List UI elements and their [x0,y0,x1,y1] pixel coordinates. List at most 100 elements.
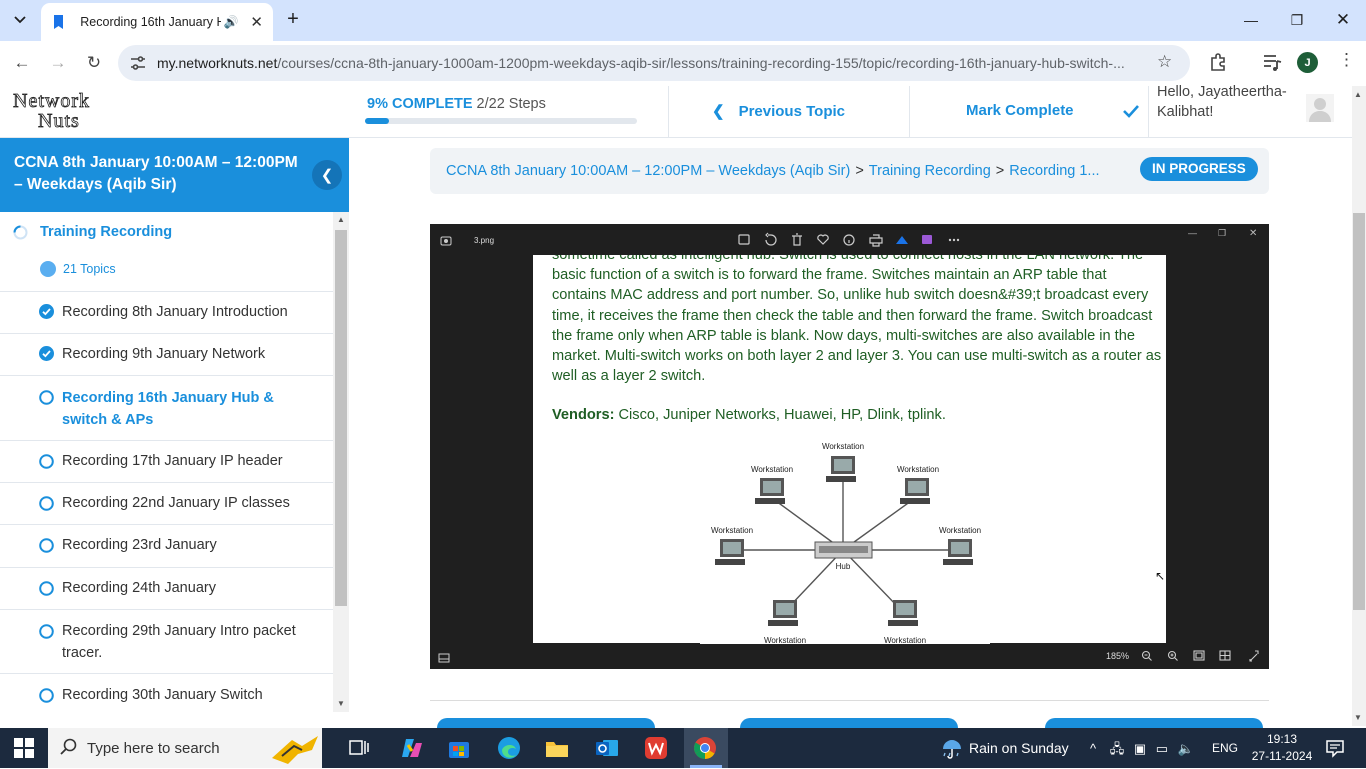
empty-circle-icon [39,454,54,469]
lesson-title[interactable]: Training Recording [40,224,172,240]
topic-label: Recording 24th January [62,580,216,596]
media-control-icon[interactable] [1262,53,1282,73]
forward-button[interactable]: → [44,49,72,77]
user-avatar-icon[interactable] [1306,94,1334,122]
topic-item[interactable]: Recording 30th January Switch [0,673,333,713]
topics-count[interactable]: 21 Topics [63,262,116,276]
topic-item[interactable]: Recording 8th January Introduction [0,291,333,333]
progress-bar-track [365,118,637,124]
viewer-maximize-icon[interactable]: ❐ [1218,228,1226,239]
workstation-label: Workstation [711,526,753,535]
collapse-sidebar-button[interactable]: ❮ [312,160,342,190]
site-info-icon[interactable] [128,53,148,73]
page-scroll-up-icon[interactable]: ▲ [1354,90,1362,99]
mouse-cursor-icon: ↖ [1155,569,1166,583]
bookmark-star-icon[interactable]: ☆ [1157,52,1172,72]
url-text: my.networknuts.net/courses/ccna-8th-janu… [157,55,1142,71]
wps-office-icon[interactable] [643,735,669,761]
minimize-button[interactable]: — [1228,0,1274,40]
svg-text:Network: Network [13,90,90,112]
chrome-icon[interactable] [692,735,718,761]
outlook-icon[interactable] [594,735,620,761]
scroll-up-arrow-icon[interactable]: ▲ [337,215,345,224]
hub-device [814,541,873,559]
networknuts-logo[interactable]: Network Nuts [12,88,108,133]
viewer-minimize-icon[interactable]: — [1188,228,1197,238]
page-scrollbar-thumb[interactable] [1353,213,1365,610]
clock-time: 19:13 [1266,732,1298,746]
progress-bar-fill [365,118,389,124]
search-icon [60,738,78,761]
browser-menu-icon[interactable]: ⋮ [1338,50,1355,70]
reload-button[interactable]: ↻ [80,49,108,77]
filmstrip-toggle-icon[interactable] [438,650,450,663]
search-placeholder: Type here to search [87,740,220,757]
vendors-text: Cisco, Juniper Networks, Huawei, HP, Dli… [614,407,946,423]
empty-circle-icon [39,581,54,596]
battery-icon[interactable]: ▭ [1156,741,1168,756]
volume-icon[interactable]: 🔈 [1178,741,1194,756]
empty-circle-icon [39,538,54,553]
checkmark-icon[interactable] [1122,103,1140,119]
weather-text[interactable]: Rain on Sunday [969,740,1069,756]
copilot-icon[interactable] [398,735,424,761]
topic-item[interactable]: Recording 24th January [0,567,333,609]
meet-now-icon[interactable]: ▣ [1134,741,1146,756]
network-icon[interactable]: 🖧 [1110,741,1125,756]
restore-button[interactable]: ❐ [1274,0,1320,40]
viewer-bottom-toolbar [1136,648,1266,664]
breadcrumb-topic[interactable]: Recording 1... [1009,163,1099,179]
url-path: /courses/ccna-8th-january-1000am-1200pm-… [277,55,1125,71]
page-scroll-down-icon[interactable]: ▼ [1354,713,1362,722]
scroll-down-arrow-icon[interactable]: ▼ [337,699,345,708]
viewer-close-icon[interactable]: ✕ [1249,228,1257,239]
topic-item[interactable]: Recording 9th January Network [0,333,333,375]
progress-label: 9% COMPLETE 2/22 Steps [367,96,546,112]
previous-topic-label: Previous Topic [738,103,845,120]
microsoft-store-icon[interactable] [446,735,472,761]
breadcrumb-separator: > [855,163,864,179]
topic-item[interactable]: Recording 23rd January [0,524,333,567]
workstation-label: Workstation [822,442,864,451]
topics-status-dot [40,261,56,277]
extensions-icon[interactable] [1208,52,1230,74]
course-title[interactable]: CCNA 8th January 10:00AM – 12:00PM – Wee… [14,152,309,196]
topic-label: Recording 29th January Intro packet trac… [62,623,296,661]
rain-weather-icon[interactable] [940,736,964,760]
task-view-icon[interactable] [347,735,373,761]
profile-avatar[interactable]: J [1297,52,1318,73]
empty-circle-icon [39,390,54,405]
chevron-up-icon[interactable]: ^ [1090,741,1096,756]
close-window-button[interactable]: ✕ [1320,0,1366,40]
system-clock[interactable]: 19:13 27-11-2024 [1250,731,1314,765]
header-divider [909,86,910,137]
speaker-icon[interactable]: 🔊 [223,15,238,29]
site-header [0,86,1352,138]
topic-item[interactable]: Recording 17th January IP header [0,440,333,482]
new-tab-button[interactable]: + [282,8,304,30]
breadcrumb-lesson[interactable]: Training Recording [869,163,991,179]
tab-title: Recording 16th January Hub & switch & AP… [80,15,222,29]
edge-icon[interactable] [496,735,522,761]
sidebar-scrollbar-thumb[interactable] [335,230,347,606]
viewer-toolbar [738,231,968,249]
mark-complete-button[interactable]: Mark Complete [966,102,1074,119]
topic-label: Recording 30th January Switch [62,687,263,703]
windows-start-icon[interactable] [14,738,34,758]
language-indicator[interactable]: ENG [1212,741,1238,755]
notification-icon[interactable] [1325,738,1345,758]
close-tab-icon[interactable]: ✕ [250,13,263,31]
image-vendors: Vendors: Cisco, Juniper Networks, Huawei… [552,407,946,423]
topic-item-current[interactable]: Recording 16th January Hub & switch & AP… [0,375,333,440]
progress-steps: 2/22 Steps [476,96,546,112]
topic-item[interactable]: Recording 29th January Intro packet trac… [0,609,333,673]
viewer-file-name: 3.png [474,236,495,245]
previous-topic-button[interactable]: ❮ Previous Topic [712,102,845,120]
back-button[interactable]: ← [8,49,36,77]
topic-item[interactable]: Recording 22nd January IP classes [0,482,333,524]
clock-date: 27-11-2024 [1251,749,1313,763]
tab-search-button[interactable] [7,7,33,33]
file-explorer-icon[interactable] [544,735,570,761]
browser-tab-active[interactable]: Recording 16th January Hub & switch & AP… [41,3,273,41]
breadcrumb-course[interactable]: CCNA 8th January 10:00AM – 12:00PM – Wee… [446,163,850,179]
